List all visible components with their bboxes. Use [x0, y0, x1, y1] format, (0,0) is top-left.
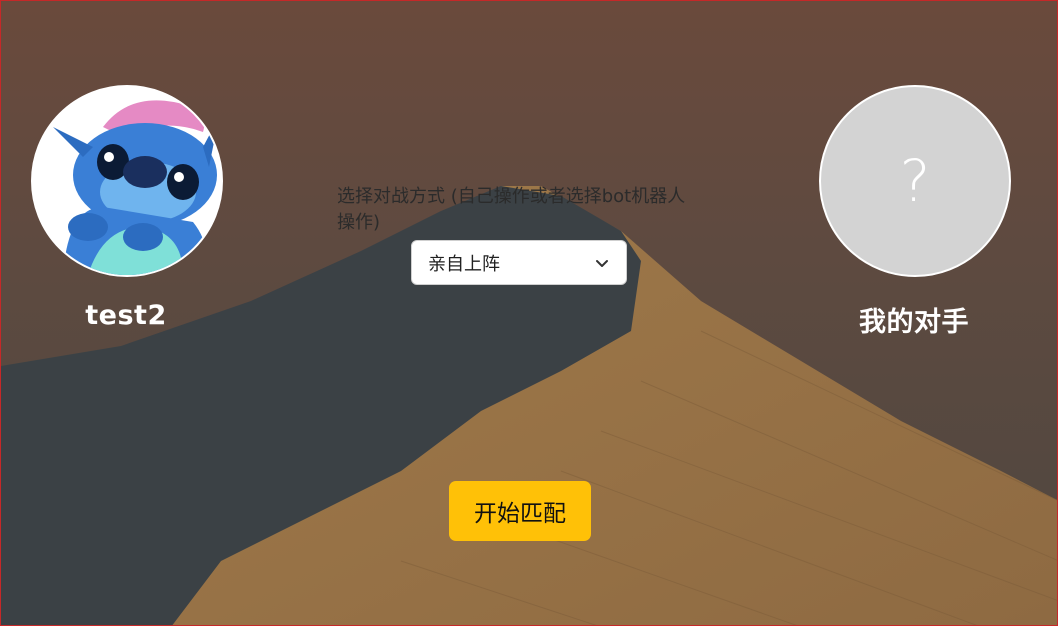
- battle-mode-panel: 选择对战方式 (自己操作或者选择bot机器人操作) 亲自上阵: [337, 184, 697, 285]
- opponent-name: 我的对手: [859, 307, 969, 338]
- player-self-name: test2: [85, 300, 167, 331]
- match-page: test2 ? 我的对手 选择对战方式 (自己操作或者选择bot机器人操作) 亲…: [0, 0, 1058, 626]
- battle-mode-selected-value: 亲自上阵: [428, 253, 500, 275]
- battle-mode-label: 选择对战方式 (自己操作或者选择bot机器人操作): [337, 186, 686, 233]
- question-mark-icon: ?: [899, 147, 931, 215]
- chevron-down-icon: [596, 259, 608, 267]
- stitch-avatar-icon: [33, 87, 221, 275]
- start-matching-button[interactable]: 开始匹配: [449, 481, 591, 541]
- opponent-card: ? 我的对手: [819, 85, 1011, 339]
- player-avatar: [31, 85, 223, 277]
- opponent-avatar-placeholder: ?: [819, 85, 1011, 277]
- player-self-card: test2: [31, 85, 223, 331]
- battle-mode-select[interactable]: 亲自上阵: [411, 240, 627, 285]
